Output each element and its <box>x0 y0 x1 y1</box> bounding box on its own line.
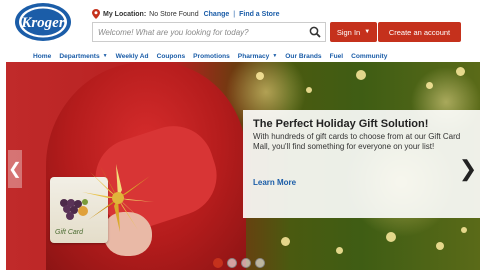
bokeh-light <box>426 82 433 89</box>
nav-label: Pharmacy <box>237 52 270 60</box>
carousel-dot[interactable] <box>255 258 265 268</box>
carousel-prev-button[interactable]: ❮ <box>8 150 22 188</box>
page: Kroger My Location: No Store Found Chang… <box>0 0 480 270</box>
gift-card-label: Gift Card <box>55 229 84 236</box>
nav-label: Coupons <box>156 52 186 60</box>
carousel-dot[interactable] <box>241 258 251 268</box>
promo-body: With hundreds of gift cards to choose fr… <box>253 132 461 151</box>
main-nav: Home Departments ▼ Weekly Ad Coupons Prom… <box>0 50 480 62</box>
chevron-left-icon: ❮ <box>8 161 22 178</box>
bokeh-light <box>461 227 467 233</box>
chevron-down-icon: ▼ <box>272 53 278 59</box>
hero-carousel[interactable]: Gift Card The Perfect Holiday Gift Solut… <box>6 62 480 270</box>
kroger-logo-text: Kroger <box>20 15 65 31</box>
chevron-right-icon: ❯ <box>458 156 478 181</box>
chevron-down-icon: ▼ <box>102 53 108 59</box>
nav-label: Weekly Ad <box>115 52 149 60</box>
bokeh-light <box>306 87 312 93</box>
search-input[interactable]: Welcome! What are you looking for today? <box>93 28 309 37</box>
nav-item-weekly-ad[interactable]: Weekly Ad <box>116 53 149 60</box>
nav-item-community[interactable]: Community <box>351 53 387 60</box>
nav-item-coupons[interactable]: Coupons <box>157 53 186 60</box>
kroger-logo[interactable]: Kroger <box>14 2 72 42</box>
nav-item-pharmacy[interactable]: Pharmacy ▼ <box>238 53 277 60</box>
promo-panel: The Perfect Holiday Gift Solution! With … <box>243 110 480 218</box>
sign-in-button[interactable]: Sign In ▼ <box>330 22 377 42</box>
carousel-next-button[interactable]: ❯ <box>458 150 478 188</box>
location-separator: | <box>233 10 236 18</box>
learn-more-link[interactable]: Learn More <box>253 178 296 187</box>
location-bar: My Location: No Store Found Change | Fin… <box>92 9 280 19</box>
sign-in-label: Sign In <box>336 27 361 37</box>
nav-item-departments[interactable]: Departments ▼ <box>59 53 107 60</box>
location-pin-icon <box>92 9 100 19</box>
bokeh-light <box>456 67 465 76</box>
bokeh-light <box>256 72 264 80</box>
nav-label: Our Brands <box>285 52 322 60</box>
create-account-label: Create an account <box>388 27 451 37</box>
bokeh-light <box>336 247 343 254</box>
carousel-dots <box>213 258 265 268</box>
header: Kroger My Location: No Store Found Chang… <box>0 0 480 62</box>
bokeh-light <box>356 70 366 80</box>
search-icon[interactable] <box>309 26 321 38</box>
carousel-dot[interactable] <box>227 258 237 268</box>
change-store-link[interactable]: Change <box>204 11 230 18</box>
search-box[interactable]: Welcome! What are you looking for today? <box>92 22 326 42</box>
nav-label: Home <box>33 52 52 60</box>
gold-bow-icon <box>82 164 154 232</box>
location-label: My Location: <box>103 10 147 18</box>
chevron-down-icon: ▼ <box>364 29 371 35</box>
location-status: No Store Found <box>149 10 199 18</box>
nav-label: Fuel <box>329 52 344 60</box>
bokeh-light <box>386 232 396 242</box>
nav-item-home[interactable]: Home <box>33 53 51 60</box>
nav-label: Promotions <box>193 52 230 60</box>
carousel-dot[interactable] <box>213 258 223 268</box>
create-account-button[interactable]: Create an account <box>378 22 461 42</box>
nav-label: Departments <box>59 52 100 60</box>
bokeh-light <box>281 237 290 246</box>
find-store-link[interactable]: Find a Store <box>239 11 279 18</box>
bokeh-light <box>436 242 444 250</box>
nav-item-our-brands[interactable]: Our Brands <box>285 53 321 60</box>
nav-label: Community <box>351 52 388 60</box>
nav-item-promotions[interactable]: Promotions <box>193 53 230 60</box>
nav-item-fuel[interactable]: Fuel <box>330 53 344 60</box>
promo-title: The Perfect Holiday Gift Solution! <box>253 118 429 130</box>
